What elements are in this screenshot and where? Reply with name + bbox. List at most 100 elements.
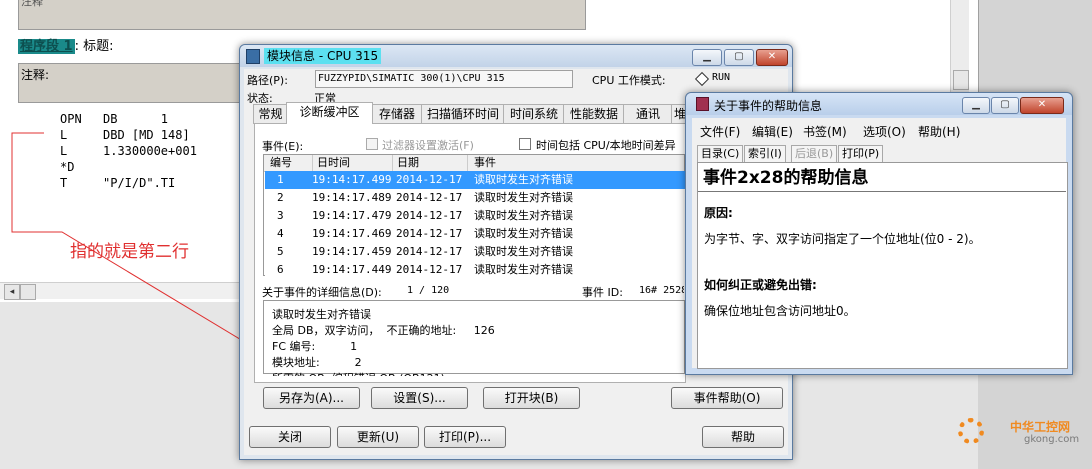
details-line: 全局 DB，双字访问， 不正确的地址: 126 (272, 324, 495, 337)
maximize-button[interactable]: ▢ (724, 49, 754, 66)
event-cell-time: 19:14:17.499 (312, 173, 392, 186)
event-cell-num: 3 (277, 209, 284, 222)
help-maximize-button[interactable]: ▢ (991, 97, 1019, 114)
events-label: 事件(E): (262, 140, 304, 153)
open-block-button[interactable]: 打开块(B) (483, 387, 580, 409)
event-row[interactable]: 1 19:14:17.499 2014-12-17 读取时发生对齐错误 (265, 171, 685, 189)
event-row[interactable]: 6 19:14:17.449 2014-12-17 读取时发生对齐错误 (265, 261, 685, 279)
help-heading: 事件2x28的帮助信息 (703, 168, 869, 188)
event-cell-time: 19:14:17.449 (312, 263, 392, 276)
details-line: 所需的 OB: 编程错误 OB (OB121) (272, 370, 445, 376)
tab-2[interactable]: 存储器 (371, 104, 423, 124)
event-cell-time: 19:14:17.469 (312, 227, 392, 240)
watermark-url: gkong.com (1024, 434, 1080, 445)
event-id-label: 事件 ID: (582, 286, 623, 299)
event-cell-time: 19:14:17.459 (312, 245, 392, 258)
column-header-time[interactable]: 日时间 (312, 155, 350, 171)
event-cell-event: 读取时发生对齐错误 (474, 209, 573, 222)
details-line: 读取时发生对齐错误 (272, 308, 371, 321)
help-toolbar-button[interactable]: 索引(I) (744, 145, 786, 163)
help-toolbar-button[interactable]: 后退(B) (791, 145, 838, 163)
event-cell-date: 2014-12-17 (396, 245, 463, 258)
close-button[interactable]: ✕ (756, 49, 788, 66)
details-line: FC 编号: 1 (272, 340, 358, 353)
event-cell-event: 读取时发生对齐错误 (474, 245, 573, 258)
tab-6[interactable]: 通讯 (623, 104, 673, 124)
event-cell-num: 5 (277, 245, 284, 258)
filter-checkbox[interactable] (366, 138, 378, 150)
help-menu-item[interactable]: 帮助(H) (918, 124, 960, 140)
event-cell-date: 2014-12-17 (396, 173, 463, 186)
minimize-button[interactable]: ▁ (692, 49, 722, 66)
filter-label: 过滤器设置激活(F) (382, 139, 474, 152)
event-row[interactable]: 3 19:14:17.479 2014-12-17 读取时发生对齐错误 (265, 207, 685, 225)
update-button[interactable]: 更新(U) (337, 426, 419, 448)
window-icon (246, 49, 260, 64)
path-label: 路径(P): (247, 74, 288, 87)
event-cell-date: 2014-12-17 (396, 227, 463, 240)
help-menu-item[interactable]: 书签(M) (803, 124, 847, 140)
details-counter: 1 / 120 (407, 285, 450, 296)
event-cell-event: 读取时发生对齐错误 (474, 173, 573, 186)
help-minimize-button[interactable]: ▁ (962, 97, 990, 114)
column-header-number[interactable]: 编号 (270, 155, 292, 171)
help-toolbar-button[interactable]: 目录(C) (697, 145, 744, 163)
tab-4[interactable]: 时间系统 (503, 104, 565, 124)
help-menu-item[interactable]: 选项(O) (863, 124, 906, 140)
help-menu-item[interactable]: 文件(F) (700, 124, 740, 140)
tab-3[interactable]: 扫描循环时间 (421, 104, 505, 124)
cpu-mode-value: RUN (712, 72, 731, 83)
module-info-titlebar[interactable]: 模块信息 - CPU 315 ▁ ▢ ✕ (240, 45, 792, 67)
event-help-button[interactable]: 事件帮助(O) (671, 387, 783, 409)
event-cell-date: 2014-12-17 (396, 263, 463, 276)
help-close-button[interactable]: ✕ (1020, 97, 1064, 114)
close-dialog-button[interactable]: 关闭 (249, 426, 331, 448)
event-cell-event: 读取时发生对齐错误 (474, 263, 573, 276)
event-row[interactable]: 4 19:14:17.469 2014-12-17 读取时发生对齐错误 (265, 225, 685, 243)
event-cell-date: 2014-12-17 (396, 209, 463, 222)
event-id-value: 16# 2528 (639, 285, 684, 296)
help-titlebar[interactable]: 关于事件的帮助信息 ▁ ▢ ✕ (686, 93, 1072, 115)
help-toolbar-button[interactable]: 打印(P) (838, 145, 884, 163)
annotation-text: 指的就是第二行 (70, 242, 189, 262)
event-cell-event: 读取时发生对齐错误 (474, 227, 573, 240)
cause-title: 原因: (704, 206, 733, 220)
tab-0[interactable]: 常规 (253, 104, 288, 124)
event-cell-num: 4 (277, 227, 284, 240)
cause-text: 为字节、字、双字访问指定了一个位地址(位0 - 2)。 (704, 232, 981, 246)
column-header-date[interactable]: 日期 (392, 155, 419, 171)
event-row[interactable]: 5 19:14:17.459 2014-12-17 读取时发生对齐错误 (265, 243, 685, 261)
event-cell-date: 2014-12-17 (396, 191, 463, 204)
event-cell-time: 19:14:17.489 (312, 191, 392, 204)
tab-5[interactable]: 性能数据 (563, 104, 625, 124)
gear-logo-icon (958, 418, 984, 444)
help-menu-item[interactable]: 编辑(E) (752, 124, 793, 140)
path-field[interactable]: FUZZYPID\SIMATIC 300(1)\CPU 315 (315, 70, 573, 88)
event-cell-time: 19:14:17.479 (312, 209, 392, 222)
cpu-mode-label: CPU 工作模式: (592, 74, 666, 87)
settings-button[interactable]: 设置(S)... (371, 387, 468, 409)
event-row[interactable]: 2 19:14:17.489 2014-12-17 读取时发生对齐错误 (265, 189, 685, 207)
event-cell-num: 6 (277, 263, 284, 276)
watermark-site: 中华工控网 (1010, 420, 1071, 434)
help-book-icon (696, 97, 709, 111)
include-time-checkbox[interactable] (519, 138, 531, 150)
print-button[interactable]: 打印(P)... (424, 426, 506, 448)
include-time-label: 时间包括 CPU/本地时间差异 (536, 139, 676, 152)
details-line: 模块地址: 2 (272, 356, 362, 369)
help-content (697, 162, 1068, 369)
fix-text: 确保位地址包含访问地址0。 (704, 304, 856, 318)
help-heading-divider (698, 191, 1066, 192)
tab-1[interactable]: 诊断缓冲区 (286, 102, 373, 124)
fix-title: 如何纠正或避免出错: (704, 278, 817, 292)
save-as-button[interactable]: 另存为(A)... (263, 387, 360, 409)
event-cell-event: 读取时发生对齐错误 (474, 191, 573, 204)
event-cell-num: 2 (277, 191, 284, 204)
details-label: 关于事件的详细信息(D): (262, 286, 382, 299)
help-window-title: 关于事件的帮助信息 (714, 99, 823, 113)
events-table-header: 编号 日时间 日期 事件 (264, 155, 684, 172)
column-header-event[interactable]: 事件 (467, 155, 496, 171)
module-info-title: 模块信息 - CPU 315 (264, 48, 382, 64)
event-cell-num: 1 (277, 173, 284, 186)
help-button[interactable]: 帮助 (702, 426, 784, 448)
